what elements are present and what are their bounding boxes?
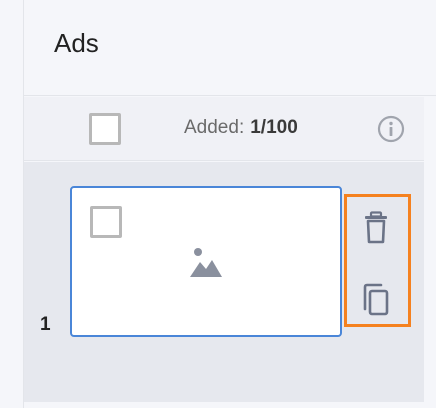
copy-icon[interactable] (361, 283, 391, 317)
ads-panel: Ads Added: 1/100 1 (24, 0, 436, 408)
ad-row: 1 (24, 162, 424, 402)
scroll-track (424, 97, 436, 408)
info-icon[interactable] (376, 114, 406, 144)
ad-select-checkbox[interactable] (90, 206, 122, 238)
image-icon (190, 248, 222, 277)
select-all-checkbox[interactable] (89, 113, 121, 145)
panel-header: Ads (24, 0, 436, 96)
left-sidebar-edge (0, 0, 24, 408)
panel-bottom-edge (24, 402, 436, 408)
trash-icon[interactable] (361, 211, 391, 245)
added-counter: Added: 1/100 (184, 117, 298, 139)
added-label: Added: (184, 117, 245, 138)
ads-toolbar: Added: 1/100 (24, 97, 424, 161)
row-number: 1 (40, 314, 51, 335)
ad-card[interactable] (70, 186, 342, 337)
ad-actions-group (344, 194, 411, 327)
page-title: Ads (54, 28, 99, 58)
added-count: 1/100 (250, 117, 298, 138)
